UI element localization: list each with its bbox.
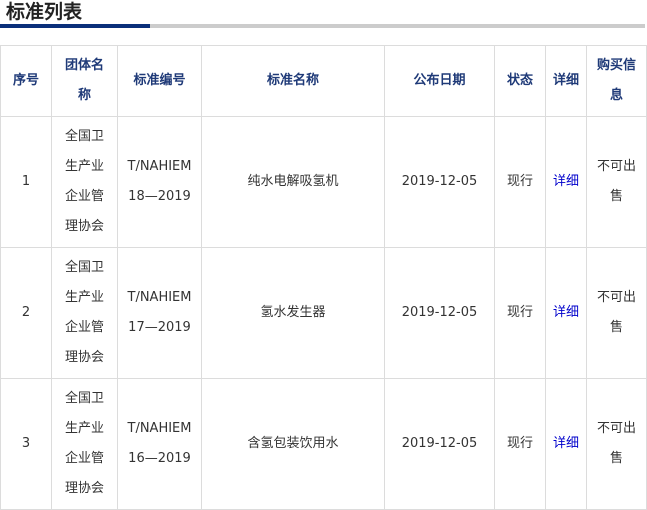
row-buy-text: 不可出售 [596, 159, 636, 204]
col-header-buy: 购买信息 [586, 45, 647, 117]
row-index: 2 [0, 247, 52, 379]
row-date: 2019-12-05 [384, 247, 495, 379]
row-code-text: T/NAHIEM 18—2019 [127, 159, 192, 204]
row-status: 现行 [494, 116, 546, 248]
row-status: 现行 [494, 378, 546, 510]
row-code-text: T/NAHIEM 17—2019 [127, 290, 192, 335]
row-name: 含氢包装饮用水 [201, 378, 385, 510]
section-header: 标准列表 [0, 0, 647, 30]
standards-table: 序号 团体名称 标准编号 标准名称 公布日期 状态 详细 购买信息 1 全国卫生… [0, 45, 647, 510]
row-name: 纯水电解吸氢机 [201, 116, 385, 248]
col-header-name: 标准名称 [201, 45, 385, 117]
col-header-index: 序号 [0, 45, 52, 117]
row-detail-cell: 详细 [545, 378, 587, 510]
table-header-row: 序号 团体名称 标准编号 标准名称 公布日期 状态 详细 购买信息 [0, 45, 647, 117]
col-header-buy-label: 购买信息 [596, 58, 636, 103]
row-index: 3 [0, 378, 52, 510]
col-header-detail: 详细 [545, 45, 587, 117]
table-row: 3 全国卫生产业企业管理协会 T/NAHIEM 16—2019 含氢包装饮用水 … [0, 378, 647, 510]
col-header-org-label: 团体名称 [64, 58, 104, 103]
detail-link[interactable]: 详细 [553, 436, 579, 451]
row-code: T/NAHIEM 17—2019 [117, 247, 202, 379]
row-date: 2019-12-05 [384, 378, 495, 510]
row-code: T/NAHIEM 16—2019 [117, 378, 202, 510]
row-org: 全国卫生产业企业管理协会 [51, 247, 118, 379]
col-header-org: 团体名称 [51, 45, 118, 117]
row-org-text: 全国卫生产业企业管理协会 [64, 391, 104, 496]
row-status: 现行 [494, 247, 546, 379]
col-header-date: 公布日期 [384, 45, 495, 117]
detail-link[interactable]: 详细 [553, 305, 579, 320]
title-underline-accent [0, 24, 150, 28]
row-name: 氢水发生器 [201, 247, 385, 379]
col-header-code: 标准编号 [117, 45, 202, 117]
row-buy: 不可出售 [586, 116, 647, 248]
row-org-text: 全国卫生产业企业管理协会 [64, 129, 104, 234]
table-row: 2 全国卫生产业企业管理协会 T/NAHIEM 17—2019 氢水发生器 20… [0, 247, 647, 379]
row-buy-text: 不可出售 [596, 290, 636, 335]
row-buy-text: 不可出售 [596, 421, 636, 466]
row-buy: 不可出售 [586, 247, 647, 379]
table-row: 1 全国卫生产业企业管理协会 T/NAHIEM 18—2019 纯水电解吸氢机 … [0, 116, 647, 248]
row-index: 1 [0, 116, 52, 248]
row-detail-cell: 详细 [545, 247, 587, 379]
page-title: 标准列表 [6, 1, 83, 23]
row-org-text: 全国卫生产业企业管理协会 [64, 260, 104, 365]
col-header-status: 状态 [494, 45, 546, 117]
row-org: 全国卫生产业企业管理协会 [51, 116, 118, 248]
row-buy: 不可出售 [586, 378, 647, 510]
row-detail-cell: 详细 [545, 116, 587, 248]
detail-link[interactable]: 详细 [553, 174, 579, 189]
row-code-text: T/NAHIEM 16—2019 [127, 421, 192, 466]
row-code: T/NAHIEM 18—2019 [117, 116, 202, 248]
row-org: 全国卫生产业企业管理协会 [51, 378, 118, 510]
row-date: 2019-12-05 [384, 116, 495, 248]
